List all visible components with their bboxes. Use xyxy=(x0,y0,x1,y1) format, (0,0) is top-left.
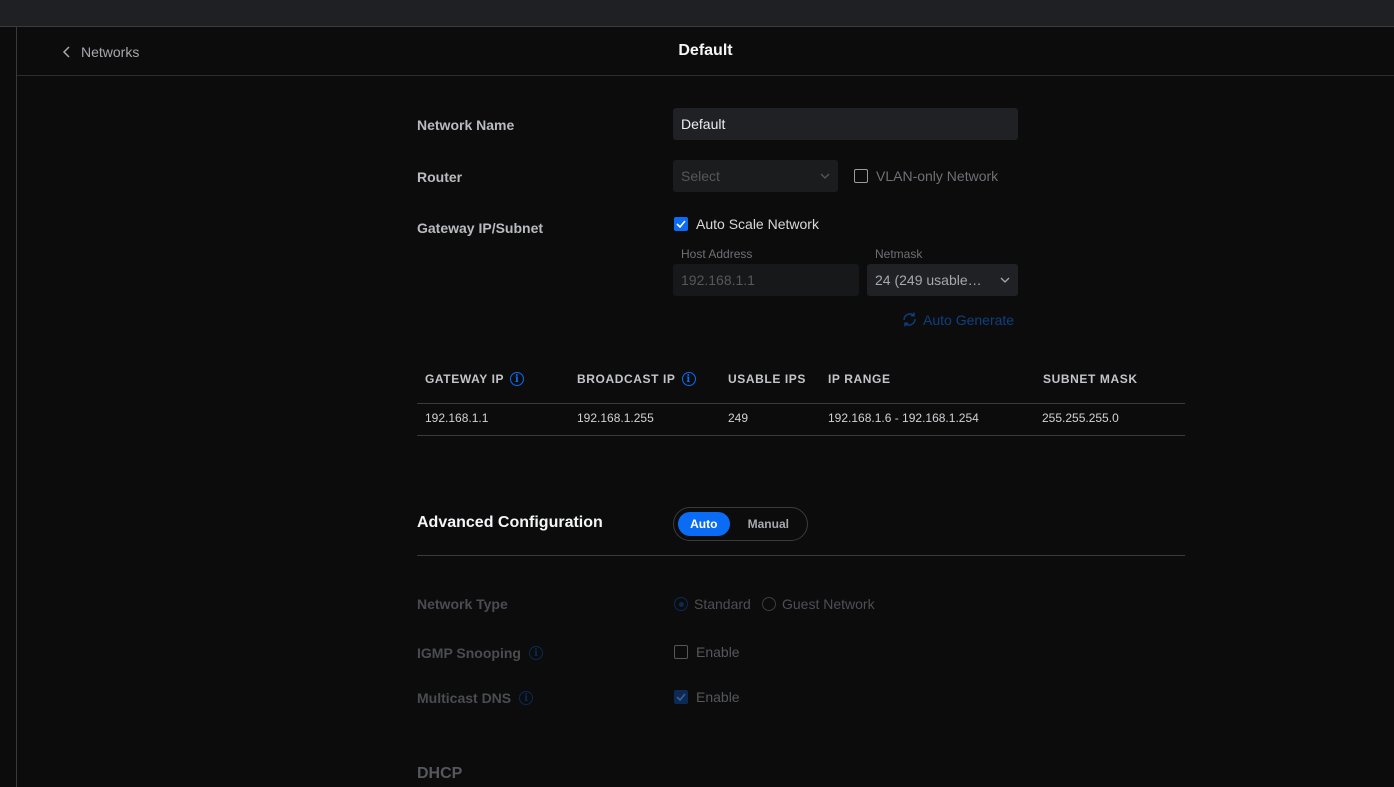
radio-unselected-icon xyxy=(762,597,776,611)
igmp-enable-label: Enable xyxy=(696,644,740,660)
cell-gateway-ip: 192.168.1.1 xyxy=(425,411,489,425)
auto-scale-checkbox[interactable]: Auto Scale Network xyxy=(674,216,819,232)
radio-selected-icon xyxy=(674,597,688,611)
mdns-box[interactable] xyxy=(674,690,688,704)
page-title: Default xyxy=(678,42,733,59)
mdns-enable-checkbox[interactable]: Enable xyxy=(674,689,740,705)
config-mode-toggle: Auto Manual xyxy=(673,507,808,541)
host-address-value: 192.168.1.1 xyxy=(681,272,755,288)
host-address-input[interactable]: 192.168.1.1 xyxy=(673,264,859,296)
mdns-row-label: Multicast DNS i xyxy=(417,690,534,706)
col-header-text: SUBNET MASK xyxy=(1043,372,1138,386)
mode-auto-button[interactable]: Auto xyxy=(678,512,730,536)
router-label: Router xyxy=(417,169,463,185)
network-name-label: Network Name xyxy=(417,117,515,133)
table-divider xyxy=(417,435,1185,436)
check-icon xyxy=(676,220,686,228)
vlan-only-checkbox[interactable]: VLAN-only Network xyxy=(854,168,998,184)
col-header-text: USABLE IPS xyxy=(728,372,807,386)
mdns-enable-label: Enable xyxy=(696,689,740,705)
col-header-broadcast-ip: BROADCAST IP i xyxy=(577,372,696,386)
auto-scale-box[interactable] xyxy=(674,217,688,231)
chevron-down-icon xyxy=(1000,277,1010,283)
mode-manual-button[interactable]: Manual xyxy=(734,512,803,536)
gateway-label: Gateway IP/Subnet xyxy=(417,220,544,236)
netmask-label: Netmask xyxy=(875,247,923,261)
cell-broadcast-ip: 192.168.1.255 xyxy=(577,411,654,425)
col-header-text: BROADCAST IP xyxy=(577,372,676,386)
network-type-standard-radio[interactable]: Standard xyxy=(674,596,751,612)
netmask-value: 24 (249 usable… xyxy=(875,272,982,288)
netmask-select[interactable]: 24 (249 usable… xyxy=(867,264,1018,296)
advanced-config-title: Advanced Configuration xyxy=(417,514,603,531)
igmp-snooping-row-label: IGMP Snooping i xyxy=(417,645,543,661)
table-divider xyxy=(417,403,1185,404)
host-address-label: Host Address xyxy=(681,247,753,261)
cell-usable-ips: 249 xyxy=(728,411,749,425)
igmp-box[interactable] xyxy=(674,645,688,659)
page-header: Networks Default xyxy=(17,27,1394,76)
network-name-input[interactable]: Default xyxy=(673,108,1018,140)
standard-label: Standard xyxy=(694,596,751,612)
info-icon[interactable]: i xyxy=(519,691,534,705)
section-divider xyxy=(417,555,1185,556)
info-icon[interactable]: i xyxy=(528,646,543,660)
left-rail xyxy=(0,27,17,787)
col-header-text: IP RANGE xyxy=(828,372,891,386)
router-placeholder: Select xyxy=(681,168,720,184)
network-name-value: Default xyxy=(681,116,726,132)
igmp-label: IGMP Snooping xyxy=(417,645,521,661)
dhcp-section-title: DHCP xyxy=(417,765,463,782)
guest-network-label: Guest Network xyxy=(782,596,875,612)
cell-subnet-mask: 255.255.255.0 xyxy=(1042,411,1119,425)
igmp-enable-checkbox[interactable]: Enable xyxy=(674,644,740,660)
info-icon[interactable]: i xyxy=(510,372,525,386)
col-header-gateway-ip: GATEWAY IP i xyxy=(425,372,525,386)
col-header-text: GATEWAY IP xyxy=(425,372,505,386)
col-header-usable-ips: USABLE IPS xyxy=(728,372,806,386)
network-type-label: Network Type xyxy=(417,596,508,612)
auto-generate-label: Auto Generate xyxy=(923,311,1015,328)
check-icon xyxy=(676,693,686,701)
refresh-icon xyxy=(903,312,916,327)
router-select[interactable]: Select xyxy=(673,160,838,192)
auto-generate-button[interactable]: Auto Generate xyxy=(901,311,1014,328)
cell-ip-range: 192.168.1.6 - 192.168.1.254 xyxy=(828,411,979,425)
chevron-down-icon xyxy=(820,173,830,179)
vlan-only-box[interactable] xyxy=(854,169,868,183)
col-header-ip-range: IP RANGE xyxy=(828,372,891,386)
auto-scale-label: Auto Scale Network xyxy=(696,216,819,232)
mdns-label: Multicast DNS xyxy=(417,690,512,706)
browser-top-bar xyxy=(0,0,1394,27)
network-type-guest-radio[interactable]: Guest Network xyxy=(762,596,875,612)
vlan-only-label: VLAN-only Network xyxy=(876,168,999,184)
info-icon[interactable]: i xyxy=(681,372,696,386)
col-header-subnet-mask: SUBNET MASK xyxy=(1043,372,1138,386)
